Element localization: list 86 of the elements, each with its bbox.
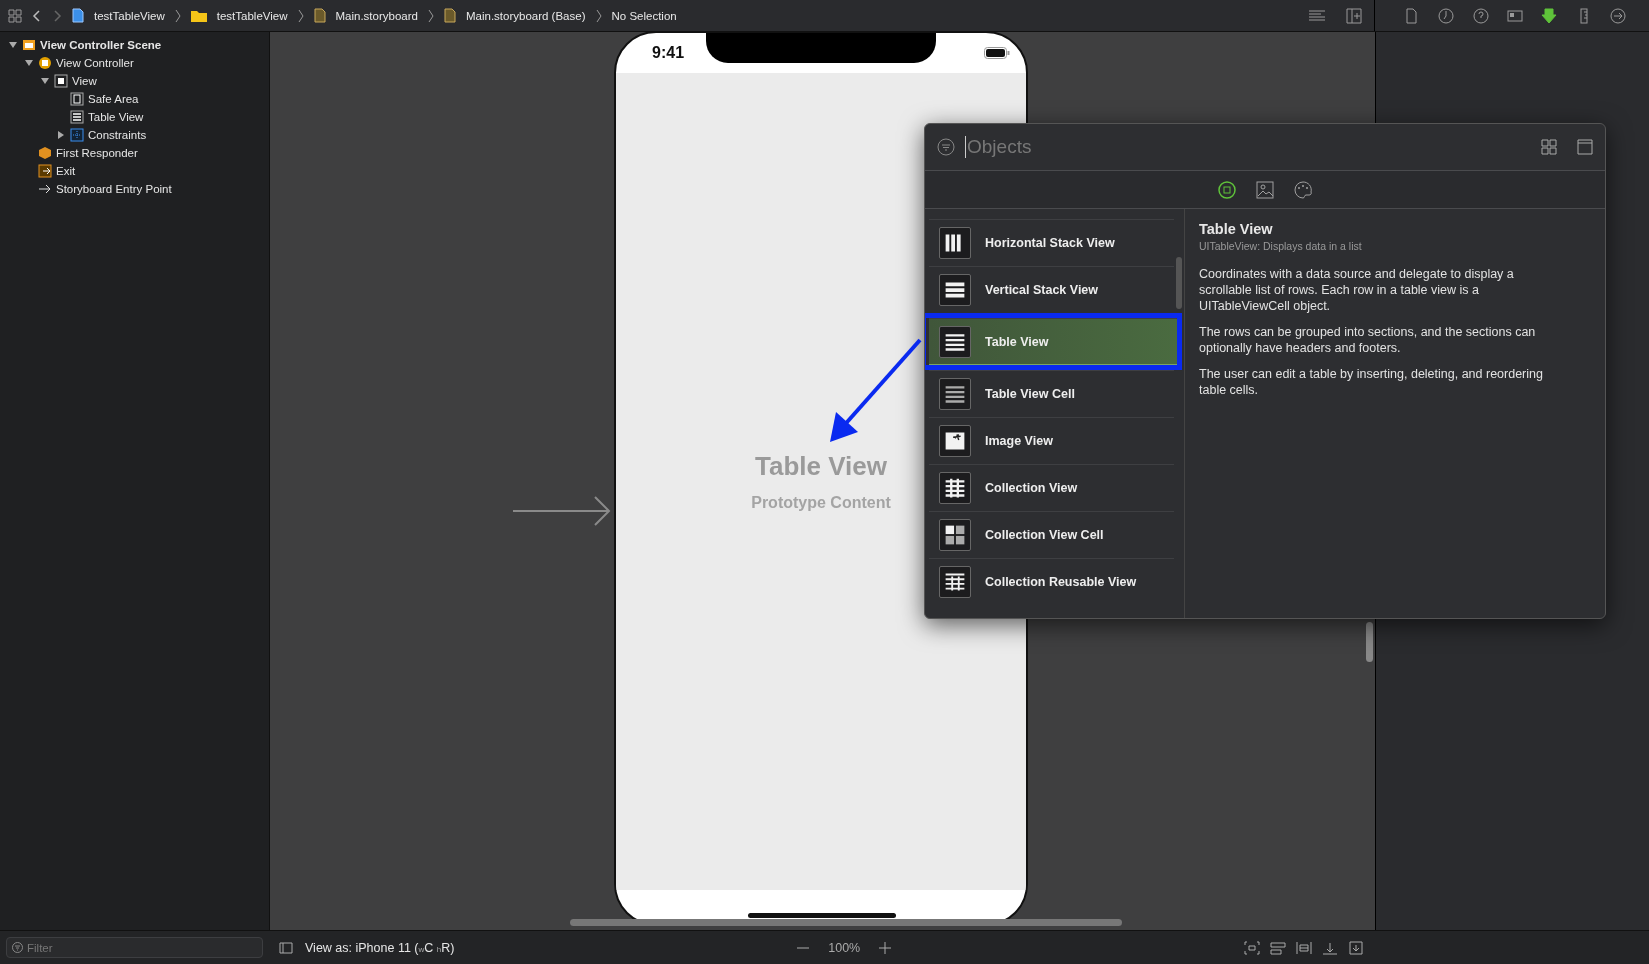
disclosure-triangle-icon[interactable]: [24, 58, 34, 68]
add-editor-icon[interactable]: [1346, 7, 1362, 24]
rows-icon: [939, 274, 971, 306]
library-item[interactable]: Table View: [929, 318, 1177, 365]
chevron-icon: [297, 8, 304, 23]
shield-arrow-icon[interactable]: [1540, 6, 1559, 25]
tiles-icon: [939, 519, 971, 551]
outline-item[interactable]: Storyboard Entry Point: [56, 183, 172, 195]
scrollbar[interactable]: [1366, 622, 1373, 662]
table-view-subtitle: Prototype Content: [751, 494, 891, 512]
outline-item[interactable]: View Controller: [56, 57, 134, 69]
grid-icon[interactable]: [8, 8, 22, 23]
square-icon: [54, 74, 68, 88]
disclosure-triangle-icon[interactable]: [40, 76, 50, 86]
folder-icon[interactable]: [190, 9, 207, 22]
grid-icon: [939, 566, 971, 598]
filter-icon: [12, 942, 23, 953]
help-icon[interactable]: [1471, 6, 1490, 25]
document-icon[interactable]: [72, 8, 84, 23]
library-item[interactable]: Horizontal Stack View: [929, 219, 1174, 266]
filter-icon: [937, 138, 955, 156]
exit-icon: [38, 164, 52, 178]
breadcrumb[interactable]: Main.storyboard (Base): [465, 9, 586, 22]
back-icon[interactable]: [32, 8, 42, 23]
scrollbar[interactable]: [570, 919, 1122, 926]
grid-icon[interactable]: [1541, 139, 1557, 155]
detail-paragraph: Coordinates with a data source and delegate to display a scrollable list of rows. Each row in a table view is a UITableViewCell object.: [1199, 266, 1515, 314]
objects-icon[interactable]: [1217, 179, 1237, 200]
outline-item[interactable]: First Responder: [56, 147, 138, 159]
status-time: 9:41: [652, 44, 685, 62]
detail-paragraph: The rows can be grouped into sections, and the sections can optionally have headers and footers.: [1199, 324, 1537, 356]
image-icon[interactable]: [1255, 179, 1275, 200]
cube-icon: [38, 146, 52, 160]
scene-icon: [22, 38, 36, 52]
breadcrumb[interactable]: Main.storyboard: [335, 9, 418, 22]
list-icon: [939, 325, 971, 358]
forward-icon[interactable]: [52, 8, 62, 23]
scrollbar[interactable]: [1176, 257, 1182, 309]
outline-item[interactable]: View: [72, 75, 97, 87]
sidebar-toggle-icon[interactable]: [279, 941, 293, 954]
detail-subtitle: UITableView: Displays data in a list: [1199, 240, 1363, 252]
frame-icon: [70, 92, 84, 106]
lines-icon[interactable]: [1308, 8, 1326, 23]
chevron-icon: [427, 8, 434, 23]
palette-icon[interactable]: [1293, 179, 1313, 200]
grid-icon: [939, 472, 971, 504]
table-view-title: Table View: [755, 451, 887, 482]
list-icon: [939, 378, 971, 410]
chevron-icon: [595, 8, 602, 23]
zoom-in-icon[interactable]: [878, 940, 893, 955]
update-frames-icon[interactable]: [1244, 940, 1260, 955]
outline-item[interactable]: Exit: [56, 165, 76, 177]
disclosure-triangle-icon[interactable]: [56, 130, 66, 140]
library-item[interactable]: Collection Reusable View: [929, 558, 1174, 605]
chevron-icon: [174, 8, 181, 23]
arrow-icon: [38, 182, 52, 196]
list-icon: [70, 110, 84, 124]
library-item[interactable]: Collection View: [929, 464, 1174, 511]
battery-icon: [984, 47, 1010, 59]
pin-icon[interactable]: [1322, 940, 1338, 955]
breadcrumb[interactable]: testTableView: [94, 9, 165, 22]
library-item[interactable]: Collection View Cell: [929, 511, 1174, 558]
constraints-icon: [70, 128, 84, 142]
outline-item[interactable]: View Controller Scene: [40, 39, 162, 51]
detail-paragraph: The user can edit a table by inserting, deleting, and reordering table cells.: [1199, 366, 1544, 398]
arrow-circle-icon[interactable]: [1608, 6, 1627, 25]
library-item[interactable]: Vertical Stack View: [929, 266, 1174, 313]
library-item[interactable]: Table View Cell: [929, 370, 1174, 417]
breadcrumb[interactable]: No Selection: [611, 9, 677, 22]
storyboard-icon[interactable]: [313, 8, 326, 23]
breadcrumb[interactable]: testTableView: [216, 9, 288, 22]
disclosure-triangle-icon[interactable]: [8, 40, 18, 50]
clock-icon[interactable]: [1437, 6, 1456, 25]
embed-icon[interactable]: [1270, 940, 1286, 955]
storyboard-icon[interactable]: [443, 8, 456, 23]
resolve-icon[interactable]: [1348, 940, 1364, 955]
outline-item[interactable]: Constraints: [88, 129, 147, 141]
image-icon: [939, 425, 971, 457]
window-icon[interactable]: [1577, 139, 1593, 155]
detail-title: Table View: [1199, 221, 1274, 237]
align-icon[interactable]: [1296, 940, 1312, 955]
library-item[interactable]: Image View: [929, 417, 1174, 464]
zoom-level: 100%: [828, 940, 861, 955]
outline-item[interactable]: Table View: [88, 111, 144, 123]
columns-icon: [939, 227, 971, 259]
outline-item[interactable]: Safe Area: [88, 93, 139, 105]
